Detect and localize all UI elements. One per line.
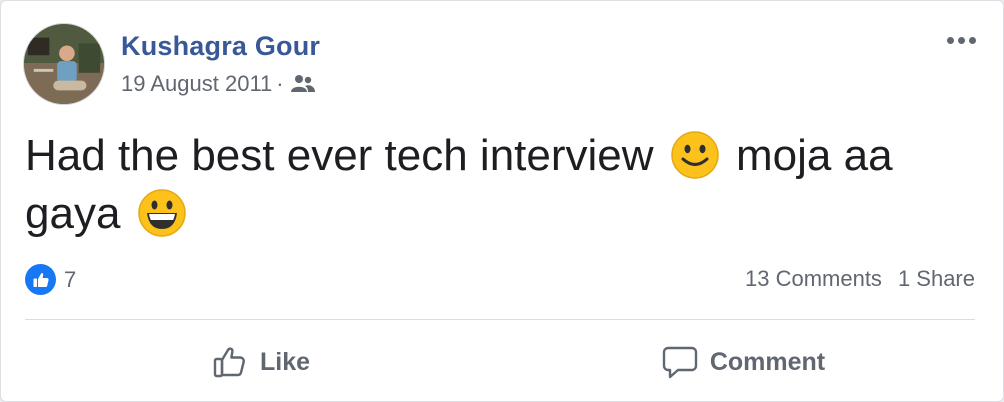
divider	[25, 319, 975, 320]
slightly-smiling-face-icon	[670, 130, 720, 180]
like-label: Like	[259, 347, 311, 376]
thumbs-up-icon	[25, 264, 56, 295]
more-dot	[946, 36, 954, 44]
reactions-summary[interactable]: 7	[25, 264, 76, 295]
post-date[interactable]: 19 August 2011	[121, 71, 272, 97]
friends-icon[interactable]	[290, 74, 316, 94]
post-meta: 19 August 2011 ·	[121, 71, 316, 97]
shares-count-link[interactable]: 1 Share	[898, 266, 975, 292]
more-dot	[957, 36, 965, 44]
author-name[interactable]: Kushagra Gour	[121, 31, 320, 62]
thumbs-up-outline-icon	[213, 347, 245, 378]
comments-count-link[interactable]: 13 Comments	[745, 266, 882, 292]
more-options-button[interactable]	[941, 29, 981, 51]
more-dot	[968, 36, 976, 44]
post-text-part1: Had the best ever tech interview	[25, 131, 654, 180]
like-button[interactable]: Like	[201, 339, 321, 385]
meta-separator: ·	[276, 71, 284, 96]
avatar[interactable]	[23, 23, 105, 105]
post-card: Kushagra Gour 19 August 2011 · Had the b…	[0, 0, 1004, 402]
comment-button[interactable]: Comment	[651, 339, 836, 385]
reaction-count: 7	[64, 266, 77, 292]
comment-bubble-icon	[662, 346, 698, 379]
post-stats: 13 Comments 1 Share	[745, 266, 975, 292]
grinning-face-icon	[137, 188, 187, 238]
post-body: Had the best ever tech interview moja aa…	[25, 127, 965, 243]
comment-label: Comment	[709, 347, 826, 376]
